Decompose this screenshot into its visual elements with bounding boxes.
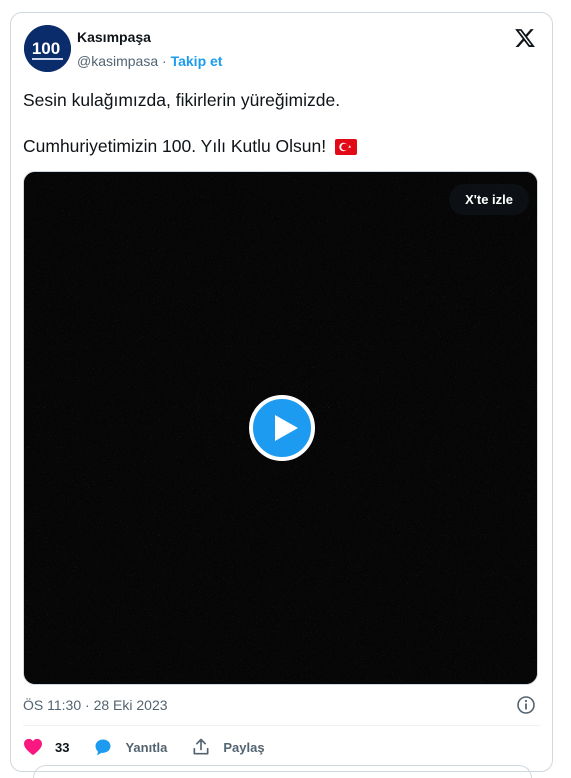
info-icon[interactable] <box>516 695 536 715</box>
action-bar: 33 Yanıtla Paylaş <box>23 737 289 757</box>
author-handle[interactable]: @kasimpasa <box>77 53 158 69</box>
tweet-text-line1: Sesin kulağımızda, fikirlerin yüreğimizd… <box>23 90 341 110</box>
like-count: 33 <box>55 739 70 755</box>
avatar[interactable]: 100 <box>24 25 71 72</box>
share-icon <box>193 738 209 755</box>
watch-on-x-button[interactable]: X'te izle <box>449 184 529 215</box>
tweet-timestamp[interactable]: ÖS 11:30 · 28 Eki 2023 <box>23 697 168 713</box>
tweet-text-line2: Cumhuriyetimizin 100. Yılı Kutlu Olsun! <box>23 135 358 160</box>
play-icon <box>275 415 298 441</box>
follow-button[interactable]: Takip et <box>171 53 223 69</box>
svg-text:100: 100 <box>32 39 60 58</box>
author-name[interactable]: Kasımpaşa <box>77 29 151 45</box>
video-player[interactable]: X'te izle <box>23 171 538 685</box>
read-replies-bar[interactable] <box>33 765 532 778</box>
handle-line: @kasimpasa · Takip et <box>77 53 222 69</box>
share-button[interactable]: Paylaş <box>191 737 265 757</box>
like-button[interactable]: 33 <box>23 738 69 756</box>
tweet-date: 28 Eki 2023 <box>93 697 168 713</box>
share-label: Paylaş <box>223 739 265 755</box>
reply-button[interactable]: Yanıtla <box>93 737 167 757</box>
x-logo-icon[interactable] <box>514 27 536 49</box>
reply-label: Yanıtla <box>125 739 168 755</box>
turkey-flag-emoji-icon <box>335 138 358 160</box>
tweet-text-line2-content: Cumhuriyetimizin 100. Yılı Kutlu Olsun! <box>23 136 327 156</box>
divider <box>23 725 540 726</box>
tweet-card: 100 Kasımpaşa @kasimpasa · Takip et Sesi… <box>10 12 553 778</box>
reply-bubble-icon <box>95 739 111 756</box>
handle-separator: · <box>158 53 171 69</box>
play-button[interactable] <box>249 395 315 461</box>
tweet-time: ÖS 11:30 <box>23 697 82 713</box>
heart-icon <box>24 738 42 756</box>
meta-separator: · <box>81 697 94 713</box>
